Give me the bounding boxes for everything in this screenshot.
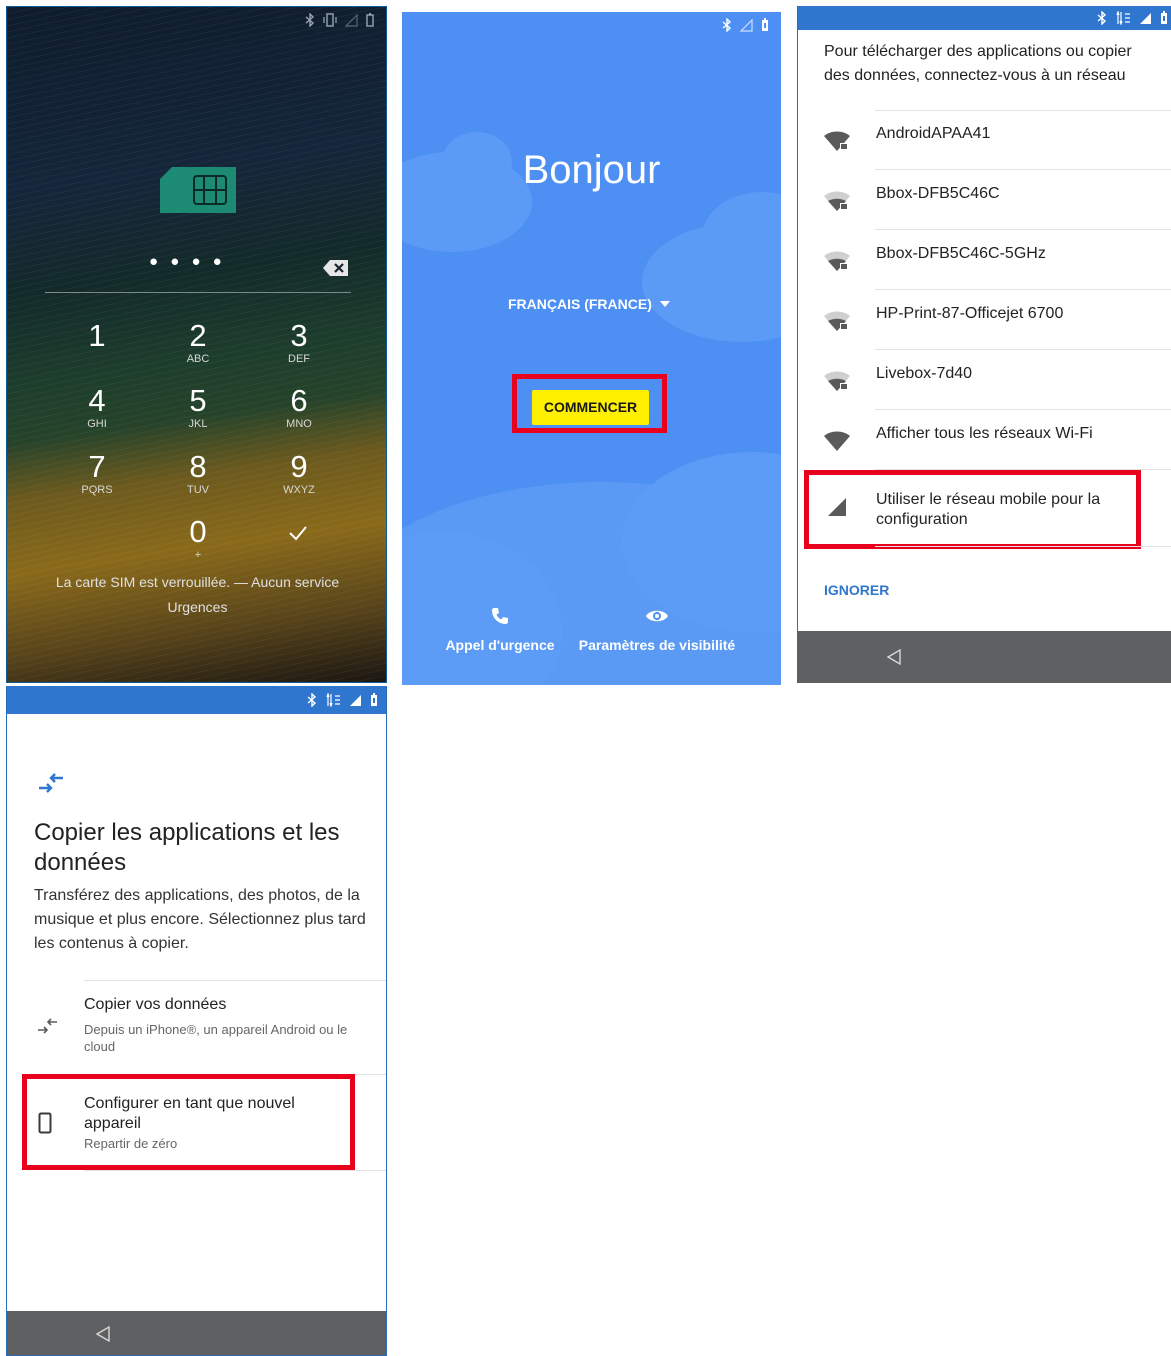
wifi-locked-icon [824, 311, 850, 331]
eye-icon [646, 610, 668, 622]
wifi-network-name: HP-Print-87-Officejet 6700 [876, 305, 1064, 322]
bluetooth-icon [722, 18, 732, 32]
signal-icon [350, 694, 361, 706]
back-icon[interactable] [96, 1326, 110, 1342]
key-8[interactable]: 8 TUV [158, 450, 238, 497]
status-bar [7, 686, 386, 714]
visibility-settings-button[interactable]: Paramètres de visibilité [572, 606, 742, 653]
signal-icon [1140, 12, 1151, 24]
show-all-wifi-label: Afficher tous les réseaux Wi-Fi [876, 425, 1093, 442]
bluetooth-icon [307, 693, 317, 707]
cellular-signal-icon [828, 498, 846, 516]
wifi-locked-icon [824, 131, 850, 151]
new-device-title: Configurer en tant que nouvel appareil [84, 1095, 295, 1132]
copy-data-subtitle: Depuis un iPhone®, un appareil Android o… [84, 1022, 348, 1054]
wifi-selection-screen: Pour télécharger des applications ou cop… [797, 6, 1171, 683]
emergency-link[interactable]: Urgences [7, 599, 386, 615]
mobile-network-item[interactable]: Utiliser le réseau mobile pour la config… [798, 476, 1171, 546]
phone-icon [492, 608, 508, 624]
pin-underline [45, 292, 351, 293]
copy-data-option[interactable]: Copier vos données Depuis un iPhone®, un… [7, 990, 386, 1070]
sim-locked-message: La carte SIM est verrouillée. — Aucun se… [55, 574, 340, 590]
chevron-down-icon [659, 301, 670, 307]
start-button[interactable]: COMMENCER [532, 390, 649, 425]
new-device-option[interactable]: Configurer en tant que nouvel appareil R… [7, 1084, 386, 1166]
data-transfer-icon [326, 693, 340, 707]
battery-icon [762, 18, 768, 31]
wifi-network-item[interactable]: HP-Print-87-Officejet 6700 [798, 290, 1171, 350]
battery-icon [1161, 11, 1167, 24]
status-bar [798, 6, 1171, 30]
battery-icon [366, 13, 374, 27]
key-6[interactable]: 6 MNO [259, 384, 339, 431]
language-selector[interactable]: FRANÇAIS (FRANCE) [508, 296, 670, 312]
key-1[interactable]: 1 [57, 319, 137, 353]
transfer-arrows-icon [38, 1018, 57, 1034]
battery-icon [371, 693, 377, 706]
status-bar [722, 18, 769, 32]
skip-button[interactable]: IGNORER [824, 582, 889, 598]
wifi-network-name: Livebox-7d40 [876, 365, 973, 382]
key-2[interactable]: 2 ABC [158, 319, 238, 366]
wifi-network-name: Bbox-DFB5C46C [876, 185, 1000, 202]
divider [84, 980, 386, 981]
transfer-arrows-icon [39, 773, 63, 793]
welcome-title: Bonjour [522, 148, 661, 192]
key-9[interactable]: 9 WXYZ [259, 450, 339, 497]
divider [875, 546, 1171, 547]
page-description: Transférez des applications, des photos,… [34, 887, 366, 952]
emergency-call-button[interactable]: Appel d'urgence [442, 606, 558, 653]
backspace-icon[interactable] [323, 259, 349, 277]
wifi-network-item[interactable]: Bbox-DFB5C46C [798, 170, 1171, 230]
sim-card-icon [160, 167, 236, 213]
wifi-network-item[interactable]: Livebox-7d40 [798, 350, 1171, 410]
smartphone-icon [38, 1112, 52, 1134]
check-icon[interactable] [288, 525, 308, 541]
back-icon[interactable] [887, 649, 901, 665]
page-title: Copier les applications et les données [34, 819, 340, 876]
pin-dots: ● ● ● ● [149, 253, 226, 270]
wifi-locked-icon [824, 191, 850, 211]
bluetooth-icon [1097, 11, 1107, 25]
copy-data-title: Copier vos données [84, 996, 227, 1013]
wifi-network-name: AndroidAPAA41 [876, 125, 991, 142]
mobile-network-label: Utiliser le réseau mobile pour la config… [876, 491, 1101, 528]
vibrate-icon [323, 13, 337, 27]
navigation-bar [7, 1311, 386, 1355]
divider [84, 1170, 386, 1171]
wifi-network-item[interactable]: AndroidAPAA41 [798, 110, 1171, 170]
show-all-wifi-item[interactable]: Afficher tous les réseaux Wi-Fi [798, 410, 1171, 470]
welcome-screen: Bonjour FRANÇAIS (FRANCE) COMMENCER Appe… [402, 12, 781, 685]
wifi-locked-icon [824, 371, 850, 391]
key-7[interactable]: 7 PQRS [57, 450, 137, 497]
wifi-icon [824, 431, 850, 451]
key-4[interactable]: 4 GHI [57, 384, 137, 431]
signal-icon [345, 13, 358, 27]
navigation-bar [798, 631, 1171, 683]
key-5[interactable]: 5 JKL [158, 384, 238, 431]
status-bar [305, 13, 374, 27]
key-0[interactable]: 0 + [158, 515, 238, 562]
new-device-subtitle: Repartir de zéro [84, 1136, 178, 1151]
wifi-network-name: Bbox-DFB5C46C-5GHz [876, 245, 1046, 262]
key-3[interactable]: 3 DEF [259, 319, 339, 366]
wifi-network-item[interactable]: Bbox-DFB5C46C-5GHz [798, 230, 1171, 290]
copy-data-screen: Copier les applications et les données T… [6, 686, 387, 1356]
data-transfer-icon [1116, 11, 1130, 25]
wifi-locked-icon [824, 251, 850, 271]
wifi-header-text: Pour télécharger des applications ou cop… [824, 43, 1132, 84]
bluetooth-icon [305, 13, 315, 27]
signal-icon [740, 18, 753, 32]
language-label: FRANÇAIS (FRANCE) [508, 296, 652, 312]
sim-lock-screen: ● ● ● ● 1 2 ABC 3 DEF 4 GHI 5 JKL 6 MNO 7 PQRS… [6, 6, 387, 683]
emergency-call-label: Appel d'urgence [445, 637, 555, 653]
visibility-settings-label: Paramètres de visibilité [578, 637, 736, 653]
